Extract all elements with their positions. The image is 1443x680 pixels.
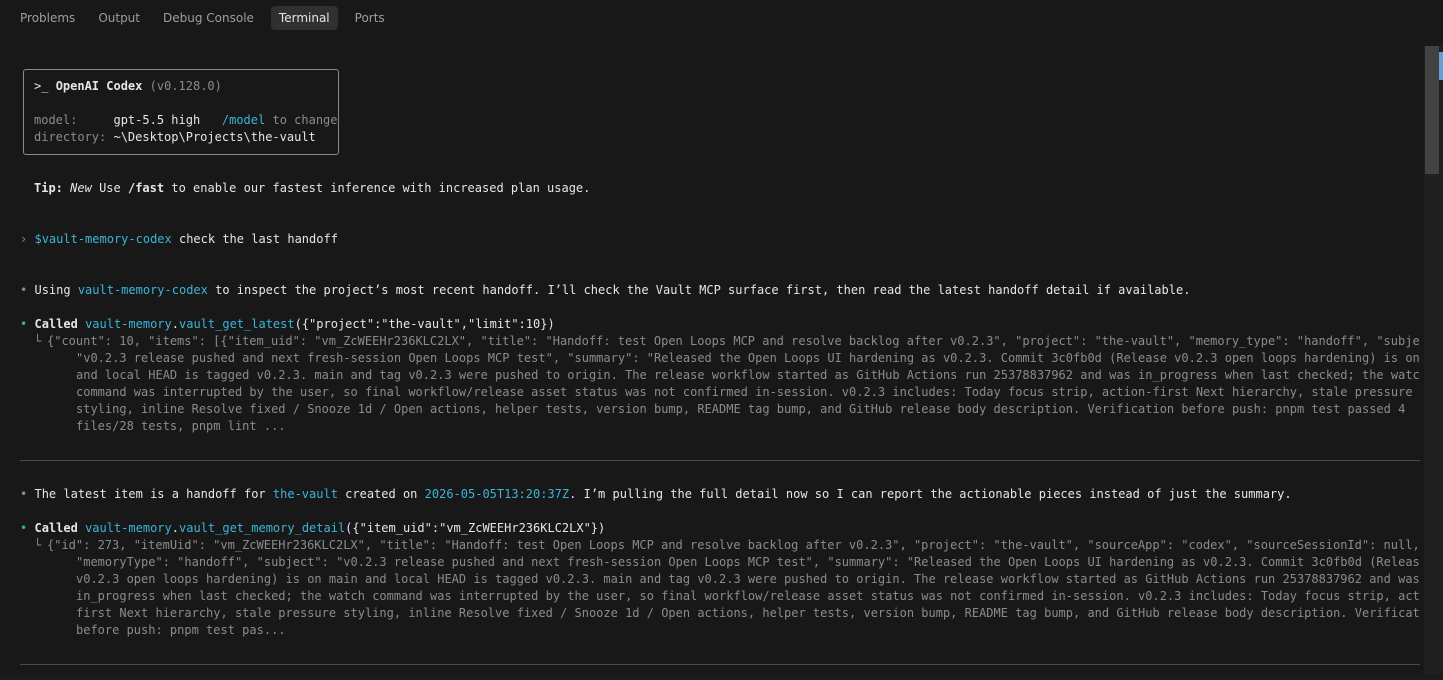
tree-corner-icon: └ [34,538,42,552]
chevron-icon: › [20,232,28,246]
panel-tab-bar: Problems Output Debug Console Terminal P… [0,0,1443,36]
app-version: (v0.128.0) [149,79,222,93]
tip-line: Tip: New Use /fast to enable our fastest… [34,180,590,197]
tab-problems[interactable]: Problems [14,6,81,30]
tool-call-2-header: • Called vault-memory.vault_get_memory_d… [20,520,605,537]
bullet-icon: • [20,521,28,535]
msg2-date: 2026-05-05T13:20:37Z [424,487,570,501]
tool-dot: . [171,521,179,535]
tip-label: Tip: [34,181,63,195]
msg1-skill: vault-memory-codex [77,283,208,297]
tool-args: ({"project":"the-vault","limit":10}) [294,317,555,331]
tool-name: vault_get_memory_detail [179,521,346,535]
tool-result-line: first Next hierarchy, stale pressure sty… [76,606,1420,620]
msg1-text: to inspect the project’s most recent han… [215,283,1191,297]
tool-result-line: v0.2.3 open loops hardening) is on main … [76,572,1420,586]
app-name: OpenAI Codex [55,79,143,93]
section-divider [20,460,1420,461]
session-directory-line: directory: ~\Desktop\Projects\the-vault [34,129,316,146]
bullet-icon: • [20,283,28,297]
terminal-panel: Problems Output Debug Console Terminal P… [0,0,1443,680]
called-label: Called [34,521,78,535]
user-skill: $vault-memory-codex [34,232,172,246]
assistant-message-1: • Using vault-memory-codex to inspect th… [20,282,1190,299]
tab-output[interactable]: Output [92,6,146,30]
session-header-title: >_ OpenAI Codex (v0.128.0) [34,78,222,95]
tip-command: /fast [127,181,165,195]
msg1-pre: Using [34,283,71,297]
tool-result-line: {"id": 273, "itemUid": "vm_ZcWEEHr236KLC… [47,538,1420,552]
model-value: gpt-5.5 high [113,113,201,127]
tool-result-line: in_progress when last checked; the watch… [76,589,1420,603]
tool-result-line: files/28 tests, pnpm lint ... [76,419,286,433]
session-model-line: model: gpt-5.5 high /model to change [34,112,338,129]
tip-text: to enable our fastest inference with inc… [171,181,591,195]
model-label: model: [34,113,78,127]
scrollbar-thumb[interactable] [1425,46,1439,174]
tool-server: vault-memory [85,317,172,331]
panel-bottom-edge [0,674,1443,680]
tree-corner-icon: └ [34,334,42,348]
tip-pre: Use [99,181,121,195]
tool-server: vault-memory [85,521,172,535]
bullet-icon: • [20,317,28,331]
terminal-output[interactable]: >_ OpenAI Codex (v0.128.0) model: gpt-5.… [20,46,1420,680]
user-text: check the last handoff [178,232,338,246]
tool-result-line: and local HEAD is tagged v0.2.3. main an… [76,368,1420,382]
msg2-project: the-vault [272,487,338,501]
user-message: › $vault-memory-codex check the last han… [20,231,338,248]
prompt-icon: >_ [34,79,49,93]
tab-ports[interactable]: Ports [349,6,391,30]
tool-result-line: styling, inline Resolve fixed / Snooze 1… [76,402,1406,416]
called-label: Called [34,317,78,331]
msg2-text: . I’m pulling the full detail now so I c… [569,487,1292,501]
msg2-pre: The latest item is a handoff for [34,487,266,501]
tab-terminal[interactable]: Terminal [270,6,338,30]
model-hint: to change [272,113,338,127]
directory-value: ~\Desktop\Projects\the-vault [113,130,316,144]
tool-result-line: command was interrupted by the user, so … [76,385,1413,399]
assistant-message-2: • The latest item is a handoff for the-v… [20,486,1292,503]
tip-new: New [70,181,92,195]
msg2-mid: created on [345,487,418,501]
section-divider [20,664,1420,665]
tool-name: vault_get_latest [179,317,295,331]
tool-result-line: "v0.2.3 release pushed and next fresh-se… [76,351,1420,365]
model-command: /model [221,113,266,127]
bullet-icon: • [20,487,28,501]
tool-result-line: {"count": 10, "items": [{"item_uid": "vm… [47,334,1420,348]
tool-call-1-header: • Called vault-memory.vault_get_latest({… [20,316,555,333]
directory-label: directory: [34,130,107,144]
scrollbar-position-marker [1439,52,1443,80]
tab-debug-console[interactable]: Debug Console [157,6,260,30]
tool-dot: . [171,317,179,331]
tool-args: ({"item_uid":"vm_ZcWEEHr236KLC2LX"}) [345,521,606,535]
tool-result-line: before push: pnpm test pas... [76,623,286,637]
tool-result-line: "memoryType": "handoff", "subject": "v0.… [76,555,1420,569]
